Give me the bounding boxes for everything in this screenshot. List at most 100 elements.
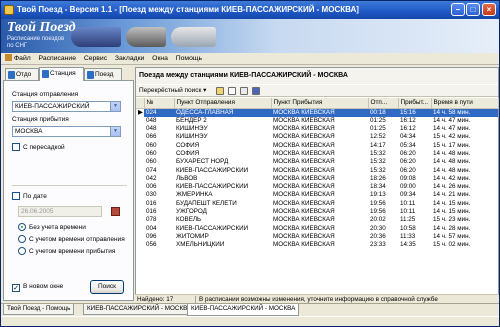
radio-no-time[interactable]: Без учета времени [18,223,86,231]
table-row[interactable]: 060 СОФИЯ МОСКВА КИЕВСКАЯ 14:17 05:34 15 ч. 1… [136,142,498,150]
window-tab-route-active[interactable]: КИЕВ-ПАССАЖИРСКИЙ - МОСКВА [187,304,300,316]
table-cell: 15:32 [370,149,386,157]
train-image [126,27,166,47]
departure-select[interactable]: КИЕВ-ПАССАЖИРСКИЙ ▼ [12,101,121,112]
tab-from-to[interactable]: Отдо [5,68,39,80]
column-header[interactable]: Пункт Прибытия [271,98,369,109]
menu-item-help[interactable]: Помощь [176,55,202,62]
table-row[interactable]: 056 ХМЕЛЬНИЦКИЙ МОСКВА КИЕВСКАЯ 23:33 14:35 1… [136,241,498,249]
radio-icon[interactable] [18,247,26,255]
print-icon[interactable] [240,87,248,95]
row-indicator [136,233,144,241]
calendar-icon[interactable] [111,207,120,216]
column-header[interactable]: Прибыт... [398,98,432,109]
trains-table: № Пункт Отправления Пункт Прибытия Отп..… [136,98,499,250]
row-indicator [136,150,144,158]
close-button[interactable]: × [482,3,496,16]
app-icon [4,5,14,15]
table-cell: ЖИТОМИР [176,232,209,240]
table-cell: 15 ч. 23 мин. [433,216,471,224]
radio-departure-time[interactable]: С учетом времени отправления [18,235,125,243]
radio-selected-icon[interactable] [18,223,26,231]
station-icon [42,70,49,78]
column-header[interactable]: Пункт Отправления [174,98,272,109]
menu-item-bookmarks[interactable]: Закладки [115,55,144,62]
arrival-select[interactable]: МОСКВА ▼ [12,126,121,137]
schedule-notice: В расписании возможны изменения, уточнит… [195,296,438,303]
table-row[interactable]: 048 БЕНДЕР 2 МОСКВА КИЕВСКАЯ 01:25 16:12 14 ч… [136,117,498,125]
search-panel: Отдо Станция Поезд Станция отправления К… [3,67,134,301]
menu-item-file[interactable]: Файл [5,54,31,62]
search-button[interactable]: Поиск [90,280,124,294]
table-row[interactable]: 066 КИШИНЭУ МОСКВА КИЕВСКАЯ 12:52 04:34 15 ч.… [136,133,498,141]
table-cell: 10:58 [400,224,416,232]
train-image [71,27,121,47]
save-icon[interactable] [252,87,260,95]
minimize-button[interactable]: – [451,3,465,16]
column-header[interactable]: № [144,98,175,109]
table-cell: 04:34 [400,133,416,141]
table-row[interactable]: 048 КИШИНЭУ МОСКВА КИЕВСКАЯ 01:25 16:12 14 ч.… [136,125,498,133]
window-tab-route[interactable]: КИЕВ-ПАССАЖИРСКИЙ - МОСКВА [83,304,196,315]
title-bar[interactable]: Твой Поезд - Версия 1.1 - [Поезд между с… [1,1,499,19]
tab-station[interactable]: Станция [39,67,84,81]
table-row[interactable]: 042 ЛЬВОВ МОСКВА КИЕВСКАЯ 18:26 09:08 14 ч. 4… [136,175,498,183]
table-row[interactable]: 016 УЖГОРОД МОСКВА КИЕВСКАЯ 19:56 10:11 14 ч.… [136,208,498,216]
table-cell: 14 ч. 47 мин. [433,116,471,124]
new-window-checkbox[interactable]: ✓ В новом окне [12,283,63,292]
copy-icon[interactable] [228,87,236,95]
checkbox-icon[interactable] [12,143,20,151]
column-header[interactable]: Отп... [368,98,399,109]
table-row[interactable]: 004 КИЕВ-ПАССАЖИРСКИЙ МОСКВА КИЕВСКАЯ 20:30… [136,225,498,233]
menu-item-schedule[interactable]: Расписание [39,55,76,62]
menu-item-service[interactable]: Сервис [84,55,107,62]
table-cell: МОСКВА КИЕВСКАЯ [273,166,335,174]
table-row[interactable]: 016 БУДАПЕШТ КЕЛЕТИ МОСКВА КИЕВСКАЯ 19:56 10… [136,200,498,208]
table-cell: 00:18 [368,108,398,117]
table-cell: 030 [146,191,157,199]
table-cell: 066 [146,133,157,141]
chevron-down-icon[interactable]: ▼ [110,127,120,136]
find-icon[interactable] [216,87,224,95]
table-cell: 05:34 [400,141,416,149]
table-row[interactable]: 074 КИЕВ-ПАССАЖИРСКИЙ МОСКВА КИЕВСКАЯ 15:32… [136,167,498,175]
search-tabs: Отдо Станция Поезд [3,67,134,81]
row-indicator [136,158,144,166]
table-cell: 15 ч. 02 мин. [433,241,471,249]
table-row[interactable]: 096 ЖИТОМИР МОСКВА КИЕВСКАЯ 20:36 11:33 14 ч.… [136,233,498,241]
maximize-button[interactable]: □ [466,3,480,16]
menu-item-windows[interactable]: Окна [152,55,168,62]
table-row[interactable]: 060 БУХАРЕСТ НОРД МОСКВА КИЕВСКАЯ 15:32 06:2… [136,158,498,166]
table-cell: 14 ч. 48 мин. [433,149,471,157]
table-cell: 15:16 [398,108,431,117]
date-input[interactable]: 26.06.2005 [18,206,102,217]
row-indicator [136,142,144,150]
window-tab-help[interactable]: Твой Поезд - Помощь [3,304,75,315]
table-row[interactable]: 006 КИЕВ-ПАССАЖИРСКИЙ МОСКВА КИЕВСКАЯ 18:34… [136,183,498,191]
table-row[interactable]: 030 ЖМЕРИНКА МОСКВА КИЕВСКАЯ 19:13 09:34 14 ч… [136,191,498,199]
checkbox-icon[interactable] [12,192,20,200]
transfer-checkbox[interactable]: С пересадкой [12,143,65,151]
chevron-down-icon[interactable]: ▼ [110,102,120,111]
by-date-checkbox[interactable]: По дате [12,192,47,200]
column-header[interactable]: Время в пути [431,98,499,109]
table-cell: 18:26 [370,174,386,182]
tab-train[interactable]: Поезд [84,68,122,80]
table-cell: 048 [146,125,157,133]
checkbox-checked-icon[interactable]: ✓ [12,284,20,292]
table-cell: 10:11 [400,199,416,207]
table-row[interactable]: 060 СОФИЯ МОСКВА КИЕВСКАЯ 15:32 06:20 14 ч. 4… [136,150,498,158]
table-cell: БУХАРЕСТ НОРД [176,158,229,166]
table-row[interactable]: 078 КОВЕЛЬ МОСКВА КИЕВСКАЯ 20:02 11:25 15 ч. … [136,216,498,224]
table-cell: СОФИЯ [176,141,200,149]
table-cell: 19:56 [370,208,386,216]
radio-arrival-time[interactable]: С учетом времени прибытия [18,247,115,255]
table-cell: ЛЬВОВ [176,174,198,182]
table-cell: 14 ч. 57 мин. [433,232,471,240]
results-header: Поезда между станциями КИЕВ-ПАССАЖИРСКИЙ… [136,68,498,84]
table-cell: 14 ч. 26 мин. [433,183,471,191]
table-cell: МОСКВА КИЕВСКАЯ [273,191,335,199]
table-row[interactable]: ▶ 024 ОДЕССА-ГЛАВНАЯ МОСКВА КИЕВСКАЯ 00:18 15… [136,108,498,117]
cross-search-menu[interactable]: Перекрёстный поиск ▾ [139,86,206,94]
radio-icon[interactable] [18,235,26,243]
